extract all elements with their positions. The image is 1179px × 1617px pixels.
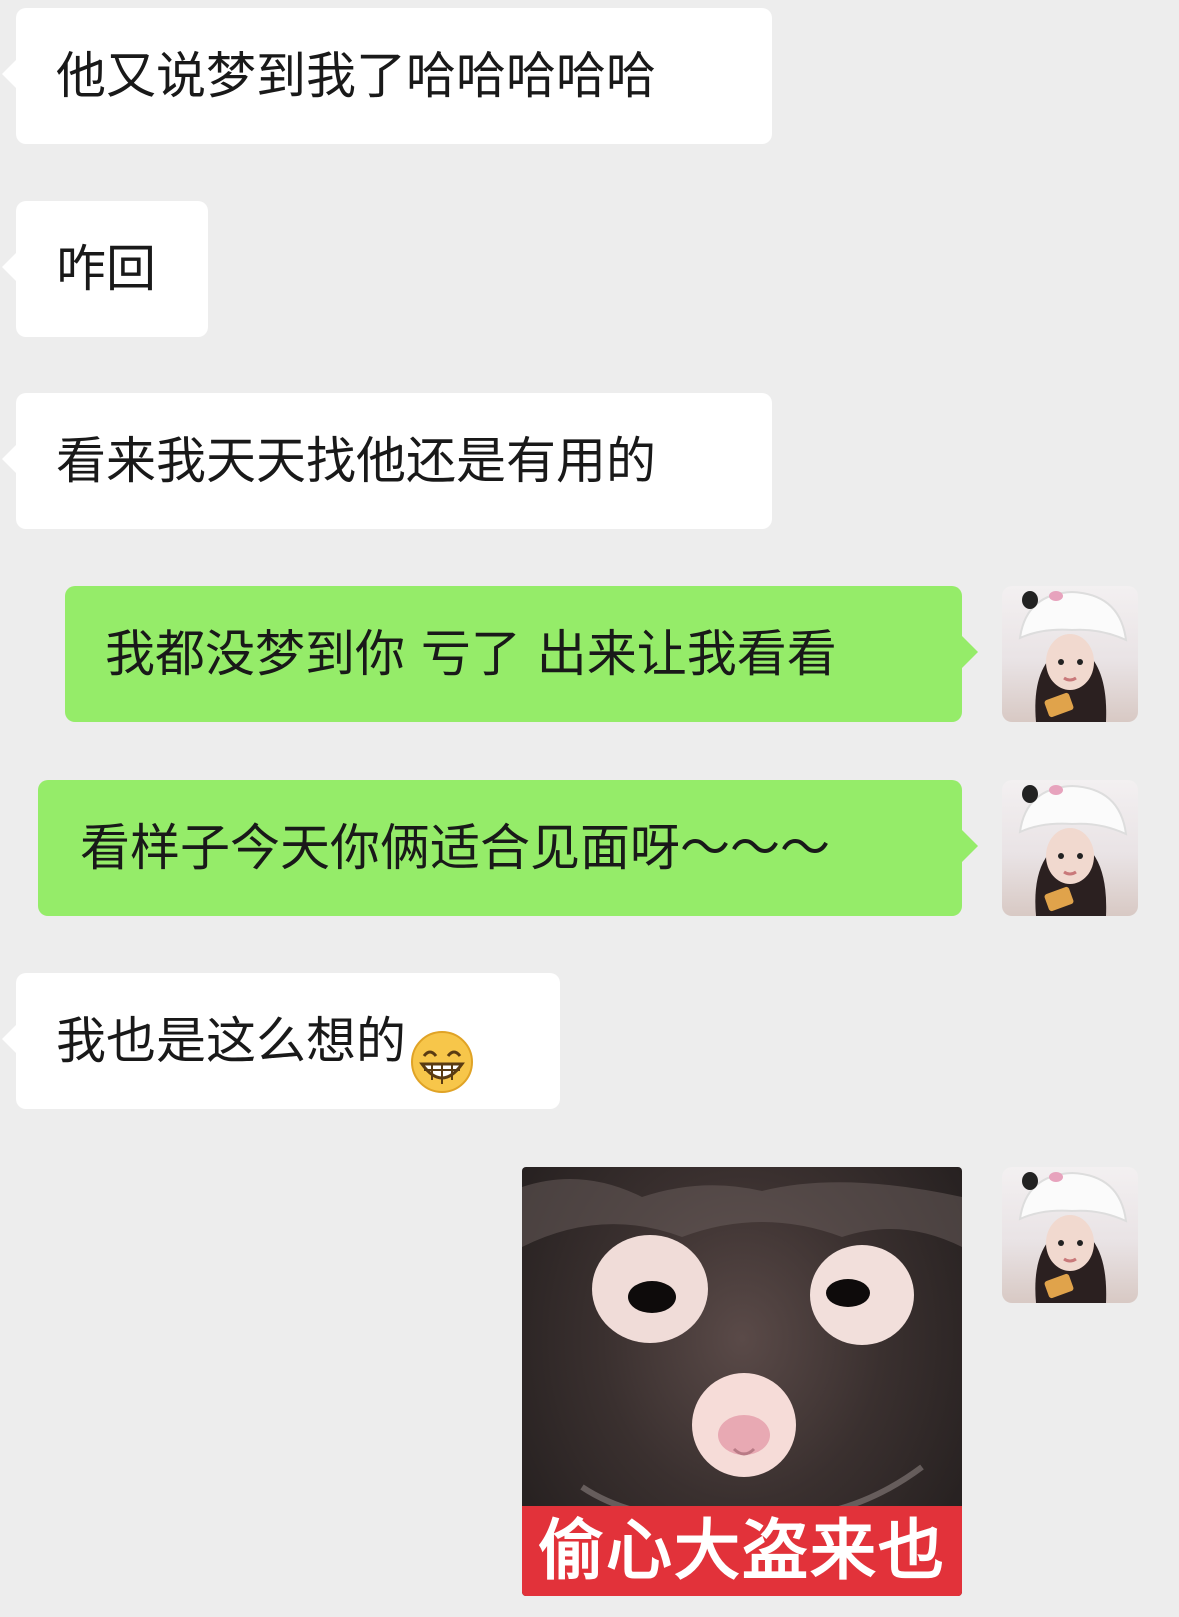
message-text: 看样子今天你俩适合见面呀～～～ (80, 819, 830, 877)
message-text: 我都没梦到你 亏了 出来让我看看 (105, 625, 837, 683)
grinning-face-icon (410, 1009, 474, 1093)
avatar-image (1018, 1171, 1128, 1303)
avatar-image (1018, 590, 1128, 722)
outgoing-message-bubble[interactable]: 看样子今天你俩适合见面呀～～～ (38, 780, 978, 916)
message-text: 看来我天天找他还是有用的 (56, 432, 656, 490)
message-text: 咋回 (56, 240, 156, 298)
incoming-message-bubble[interactable]: 看来我天天找他还是有用的 (2, 393, 772, 529)
masked-cat-sticker[interactable]: 偷心大盗来也 (522, 1167, 962, 1596)
outgoing-message-bubble[interactable]: 我都没梦到你 亏了 出来让我看看 (65, 586, 978, 722)
sticker-caption: 偷心大盗来也 (522, 1506, 962, 1596)
my-avatar[interactable] (1002, 586, 1138, 722)
incoming-message-bubble[interactable]: 咋回 (2, 201, 208, 337)
message-text: 他又说梦到我了哈哈哈哈哈 (56, 47, 656, 105)
message-text: 我也是这么想的 (56, 1012, 406, 1070)
incoming-message-bubble[interactable]: 我也是这么想的 (2, 973, 560, 1109)
my-avatar[interactable] (1002, 1167, 1138, 1303)
incoming-message-bubble[interactable]: 他又说梦到我了哈哈哈哈哈 (2, 8, 772, 144)
my-avatar[interactable] (1002, 780, 1138, 916)
avatar-image (1018, 784, 1128, 916)
